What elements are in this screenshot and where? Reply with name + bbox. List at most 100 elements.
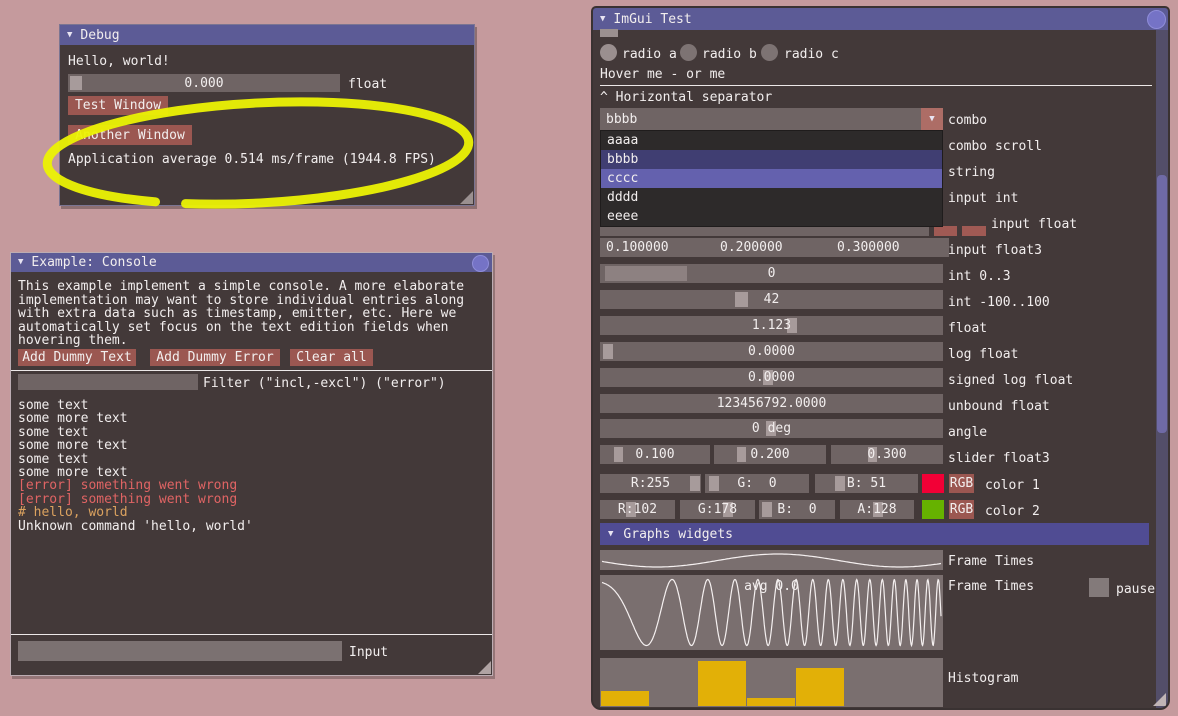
chevron-down-icon: ▼ bbox=[929, 115, 934, 124]
slider-log-float[interactable]: 0.0000 bbox=[600, 342, 943, 361]
console-titlebar[interactable]: ▼ Example: Console bbox=[11, 253, 492, 272]
slider-float3-x[interactable]: 0.100 bbox=[600, 445, 710, 464]
log-line-error: [error] something went wrong bbox=[18, 493, 253, 506]
pause-checkbox[interactable] bbox=[1089, 578, 1109, 597]
histogram-plot[interactable] bbox=[600, 658, 943, 707]
frame-times-plot-small[interactable] bbox=[600, 550, 943, 570]
slider-grab[interactable] bbox=[605, 266, 687, 281]
combo-item[interactable]: dddd bbox=[601, 188, 942, 207]
slider-grab[interactable] bbox=[603, 344, 613, 359]
row-label-angle: angle bbox=[948, 425, 987, 440]
log-line: some text bbox=[18, 426, 253, 439]
radio-a-label: radio a bbox=[622, 47, 677, 62]
color1-b-slider[interactable]: B: 51 bbox=[815, 474, 918, 493]
slider-grab[interactable] bbox=[690, 476, 700, 491]
row-label-combo: combo bbox=[948, 113, 987, 128]
color-2-swatch[interactable] bbox=[922, 500, 944, 519]
color2-b-slider[interactable]: B: 0 bbox=[759, 500, 835, 519]
combo-item-hovered[interactable]: cccc bbox=[601, 169, 942, 188]
color2-g-slider[interactable]: G:178 bbox=[680, 500, 755, 519]
collapse-arrow-icon[interactable]: ▼ bbox=[67, 31, 72, 40]
input-float3-x[interactable]: 0.100000 bbox=[600, 238, 716, 257]
input-float-field[interactable] bbox=[600, 226, 929, 236]
slider-grab[interactable] bbox=[737, 447, 746, 462]
input-float3-z[interactable]: 0.300000 bbox=[831, 238, 949, 257]
debug-titlebar[interactable]: ▼ Debug bbox=[60, 25, 474, 45]
slider-signed-log-float[interactable]: 0.0000 bbox=[600, 368, 943, 387]
combo-item-selected[interactable]: bbbb bbox=[601, 150, 942, 169]
collapse-arrow-icon[interactable]: ▼ bbox=[18, 258, 23, 267]
filter-input[interactable] bbox=[18, 374, 198, 390]
color2-a-slider[interactable]: A:128 bbox=[840, 500, 914, 519]
float-slider-grab[interactable] bbox=[70, 76, 82, 90]
combo-item[interactable]: eeee bbox=[601, 207, 942, 226]
drag-unbound-float[interactable]: 123456792.0000 bbox=[600, 394, 943, 413]
imgui-test-window-title: ImGui Test bbox=[613, 12, 691, 27]
clear-all-button[interactable]: Clear all bbox=[290, 349, 373, 366]
color1-g-slider[interactable]: G: 0 bbox=[705, 474, 809, 493]
slider-int-neg100-100[interactable]: 42 bbox=[600, 290, 943, 309]
hover-me-text[interactable]: Hover me - or me bbox=[600, 67, 725, 82]
command-input-label: Input bbox=[349, 645, 388, 660]
resize-grip[interactable] bbox=[1153, 693, 1166, 706]
color2-rgb-button[interactable]: RGB bbox=[949, 500, 974, 519]
debug-window: ▼ Debug Hello, world! 0.000 float Test W… bbox=[59, 24, 475, 206]
slider-grab[interactable] bbox=[762, 502, 772, 517]
collapse-arrow-icon: ▼ bbox=[608, 530, 613, 539]
collapse-arrow-icon[interactable]: ▼ bbox=[600, 15, 605, 24]
slider-float3-y[interactable]: 0.200 bbox=[714, 445, 826, 464]
filter-label: Filter ("incl,-excl") ("error") bbox=[203, 376, 446, 391]
another-window-button[interactable]: Another Window bbox=[68, 125, 192, 145]
float-slider[interactable]: 0.000 bbox=[68, 74, 340, 92]
slider-grab[interactable] bbox=[709, 476, 719, 491]
slider-float3-z[interactable]: 0.300 bbox=[831, 445, 943, 464]
slider-grab[interactable] bbox=[835, 476, 845, 491]
radio-b-button[interactable] bbox=[680, 44, 697, 61]
console-window-title: Example: Console bbox=[31, 255, 156, 270]
frame-times-label: Frame Times bbox=[948, 554, 1034, 569]
radio-c-button[interactable] bbox=[761, 44, 778, 61]
radio-b-label: radio b bbox=[702, 47, 757, 62]
slider-int-0-3[interactable]: 0 bbox=[600, 264, 943, 283]
slider-grab[interactable] bbox=[735, 292, 748, 307]
log-line: some more text bbox=[18, 412, 253, 425]
frame-times-plot-big[interactable]: avg 0.0 bbox=[600, 575, 943, 650]
row-label-color-2: color 2 bbox=[985, 504, 1040, 519]
add-dummy-text-button[interactable]: Add Dummy Text bbox=[18, 349, 136, 366]
float-slider-value: 0.000 bbox=[184, 76, 223, 91]
add-dummy-error-button[interactable]: Add Dummy Error bbox=[150, 349, 280, 366]
histogram-bar bbox=[796, 659, 845, 706]
imgui-test-titlebar[interactable]: ▼ ImGui Test bbox=[593, 8, 1168, 30]
row-label-input-float: input float bbox=[991, 217, 1077, 232]
scrollbar-track[interactable] bbox=[1156, 30, 1168, 708]
close-button[interactable] bbox=[1147, 10, 1166, 29]
color2-r-slider[interactable]: R:102 bbox=[600, 500, 675, 519]
command-input[interactable] bbox=[18, 641, 342, 661]
slider-grab[interactable] bbox=[614, 447, 623, 462]
log-line-error: [error] something went wrong bbox=[18, 479, 253, 492]
resize-grip[interactable] bbox=[478, 661, 491, 674]
console-log: some text some more text some text some … bbox=[18, 399, 253, 533]
log-line: some text bbox=[18, 453, 253, 466]
graphs-widgets-header[interactable]: ▼ Graphs widgets bbox=[600, 523, 1149, 545]
slider-float[interactable]: 1.123 bbox=[600, 316, 943, 335]
radio-a-button[interactable] bbox=[600, 44, 617, 61]
histogram-bar bbox=[601, 659, 650, 706]
combo-box[interactable]: bbbb bbox=[600, 108, 927, 130]
input-float3-y[interactable]: 0.200000 bbox=[714, 238, 832, 257]
color1-r-slider[interactable]: R:255 bbox=[600, 474, 701, 493]
input-float-minus-button[interactable] bbox=[934, 226, 957, 236]
color1-rgb-button[interactable]: RGB bbox=[949, 474, 974, 493]
combo-arrow-button[interactable]: ▼ bbox=[921, 108, 943, 130]
close-button[interactable] bbox=[472, 255, 489, 272]
combo-item[interactable]: aaaa bbox=[601, 131, 942, 150]
input-float-plus-button[interactable] bbox=[962, 226, 986, 236]
resize-grip[interactable] bbox=[460, 191, 473, 204]
hello-world-text: Hello, world! bbox=[68, 54, 170, 69]
row-label-string: string bbox=[948, 165, 995, 180]
slider-angle[interactable]: 0 deg bbox=[600, 419, 943, 438]
row-label-input-float3: input float3 bbox=[948, 243, 1042, 258]
color-1-swatch[interactable] bbox=[922, 474, 944, 493]
test-window-button[interactable]: Test Window bbox=[68, 96, 168, 115]
scrollbar-thumb[interactable] bbox=[1157, 175, 1167, 433]
